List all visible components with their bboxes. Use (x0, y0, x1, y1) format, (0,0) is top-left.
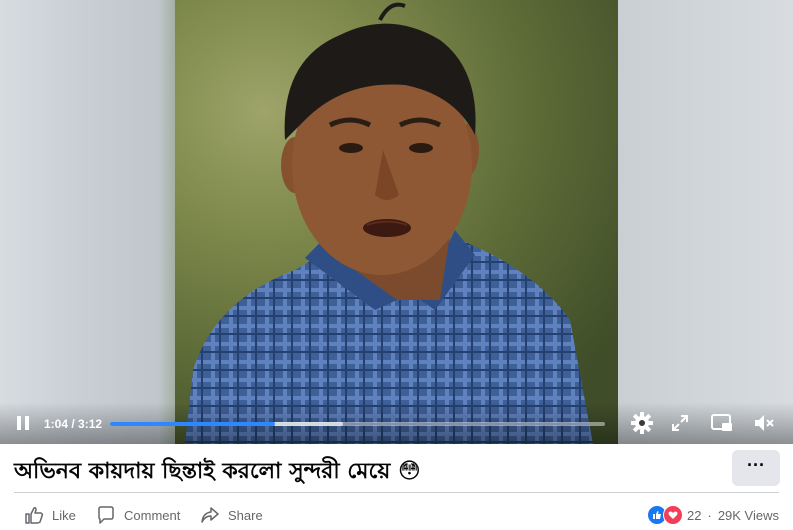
view-count: 29K Views (717, 507, 779, 523)
comment-button[interactable]: Comment (96, 500, 180, 530)
video-subject-image (185, 2, 593, 444)
progress-bar[interactable] (110, 422, 605, 426)
video-controls-bar: 1:04 / 3:12 (0, 402, 793, 444)
duration: 3:12 (78, 417, 103, 431)
pip-icon[interactable] (710, 411, 734, 435)
current-time: 1:04 (44, 417, 69, 431)
divider (14, 492, 779, 493)
like-label: Like (52, 507, 76, 523)
post-actions: Like Comment Share 22 · 29K Views (0, 500, 793, 530)
like-icon (25, 507, 44, 524)
video-frame[interactable] (175, 0, 618, 444)
time-display: 1:04 / 3:12 (44, 417, 103, 431)
pause-icon (17, 416, 21, 430)
played-bar (110, 422, 275, 426)
pause-button[interactable] (17, 416, 31, 430)
reaction-count[interactable]: 22 (687, 508, 701, 523)
love-reaction-icon[interactable] (663, 505, 683, 525)
share-icon (201, 507, 219, 523)
fullscreen-icon[interactable] (668, 411, 692, 435)
post-caption-row: অভিনব কায়দায় ছিন্তাই করলো সুন্দরী মেয়… (0, 444, 793, 492)
video-player[interactable]: 1:04 / 3:12 (0, 0, 793, 444)
settings-icon[interactable] (630, 411, 654, 435)
post-stats: 22 · 29K Views (647, 500, 779, 530)
share-label: Share (228, 507, 263, 523)
share-button[interactable]: Share (200, 500, 263, 530)
comment-label: Comment (124, 507, 181, 523)
muted-speaker-icon[interactable] (752, 411, 776, 435)
more-options-button[interactable]: ··· (732, 450, 780, 486)
comment-icon (98, 506, 114, 524)
post-caption: অভিনব কায়দায় ছিন্তাই করলো সুন্দরী মেয়… (14, 459, 421, 484)
stats-separator: · (707, 507, 712, 523)
like-button[interactable]: Like (24, 500, 76, 530)
